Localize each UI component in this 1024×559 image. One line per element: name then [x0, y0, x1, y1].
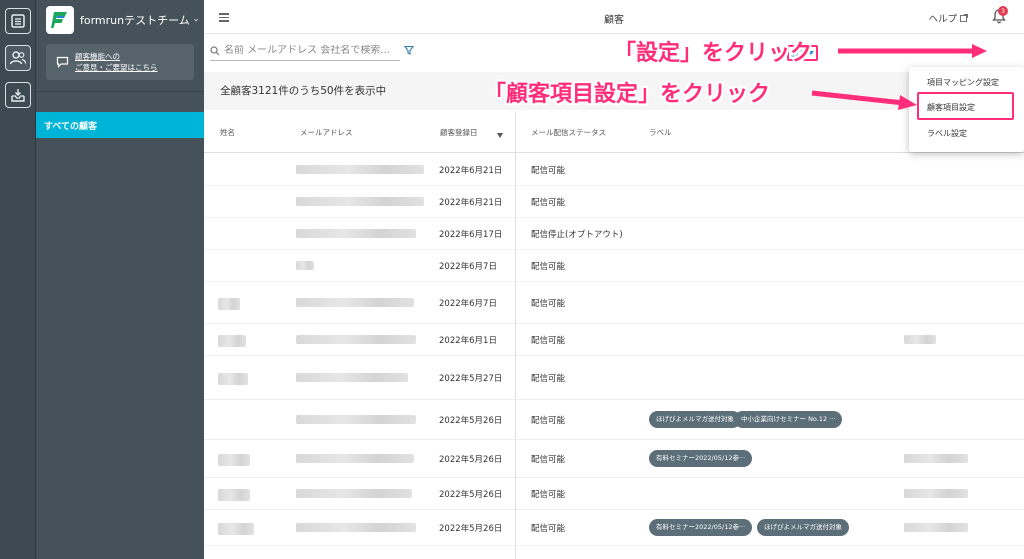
- team-switcher[interactable]: formrunテストチーム: [46, 6, 198, 34]
- notification-badge: 3: [998, 6, 1008, 16]
- annotation-settings-click: 「設定」をクリック: [614, 41, 813, 66]
- email-cell-redacted: [296, 165, 424, 174]
- icon-rail: [0, 0, 36, 559]
- search-icon: [210, 45, 220, 55]
- name-cell-redacted: [218, 298, 240, 310]
- feedback-text: 顧客機能への ご意見・ご要望はこちら: [75, 51, 158, 73]
- table-row[interactable]: 2022年5月26日 配信可能 有料セミナー2022/05/12参··· ほげぴよメル…: [204, 510, 1024, 546]
- label-tag[interactable]: ほげぴよメルマガ送付対象: [649, 411, 741, 428]
- annotation-customer-fields-click: 「顧客項目設定」をクリック: [484, 82, 771, 107]
- table-row[interactable]: 2022年5月26日 配信可能 有料セミナー2022/05/12参···: [204, 440, 1024, 478]
- help-link[interactable]: ヘルプ: [928, 11, 968, 25]
- col-email[interactable]: メールアドレス: [300, 127, 353, 138]
- search-input[interactable]: [224, 45, 394, 56]
- arrow-to-settings-icon: [838, 44, 987, 58]
- registered-date: 2022年6月7日: [439, 262, 497, 272]
- table-row[interactable]: 2022年6月7日 配信可能: [204, 250, 1024, 282]
- customers-icon[interactable]: [5, 45, 31, 71]
- registered-date: 2022年5月27日: [439, 374, 503, 384]
- registered-date: 2022年6月1日: [439, 336, 497, 346]
- extra-column-redacted: [904, 489, 968, 498]
- email-cell-redacted: [296, 335, 416, 344]
- mail-status: 配信可能: [531, 524, 566, 534]
- external-link-icon: [960, 14, 968, 22]
- name-cell-redacted: [218, 373, 248, 385]
- registered-date: 2022年5月26日: [439, 490, 503, 500]
- table-row[interactable]: 2022年6月21日 配信可能: [204, 154, 1024, 186]
- arrow-to-customer-fields-icon: [811, 90, 917, 110]
- label-tag[interactable]: 有料セミナー2022/05/12参···: [649, 450, 753, 467]
- menu-item-field-mapping[interactable]: 項目マッピング設定: [927, 77, 999, 88]
- mail-status: 配信可能: [531, 374, 566, 384]
- col-label[interactable]: ラベル: [649, 127, 672, 138]
- email-cell-redacted: [296, 489, 412, 498]
- email-cell-redacted: [296, 197, 424, 206]
- registered-date: 2022年6月21日: [439, 198, 503, 208]
- chat-bubble-icon: [56, 56, 69, 68]
- extra-column-redacted: [904, 454, 968, 463]
- team-name: formrunテストチーム: [80, 14, 190, 27]
- email-cell-redacted: [296, 523, 416, 532]
- name-cell-redacted: [218, 523, 254, 535]
- mail-status: 配信可能: [531, 455, 566, 465]
- col-name[interactable]: 姓名: [220, 127, 235, 138]
- inbox-icon[interactable]: [5, 82, 31, 108]
- registered-date: 2022年6月17日: [439, 230, 503, 240]
- registered-date: 2022年5月26日: [439, 455, 503, 465]
- col-mail-status[interactable]: メール配信ステータス: [531, 127, 606, 138]
- table-row[interactable]: 2022年6月1日 配信可能: [204, 324, 1024, 356]
- page-title: 顧客: [604, 15, 624, 26]
- mail-status: 配信可能: [531, 299, 566, 309]
- help-label: ヘルプ: [928, 14, 957, 25]
- label-tag[interactable]: ほげぴよメルマガ送付対象: [757, 519, 849, 536]
- feedback-link[interactable]: 顧客機能への ご意見・ご要望はこちら: [46, 44, 194, 80]
- email-cell-redacted: [296, 454, 414, 463]
- email-cell-redacted: [296, 261, 314, 270]
- label-tag[interactable]: 中小企業向けセミナー No.12 ···: [734, 411, 843, 428]
- mail-status: 配信可能: [531, 262, 566, 272]
- email-cell-redacted: [296, 229, 416, 238]
- registered-date: 2022年6月21日: [439, 166, 503, 176]
- table-row[interactable]: 2022年5月27日 配信可能: [204, 356, 1024, 400]
- highlight-customer-fields: [917, 92, 1014, 120]
- name-cell-redacted: [218, 489, 250, 501]
- email-cell-redacted: [296, 415, 416, 424]
- feedback-line1: 顧客機能への: [75, 52, 120, 61]
- col-registered[interactable]: 顧客登録日: [440, 127, 478, 138]
- feedback-line2: ご意見・ご要望はこちら: [75, 63, 158, 72]
- top-bar: 顧客 ヘルプ 3: [204, 0, 1024, 34]
- nav-all-customers[interactable]: すべての顧客: [36, 112, 204, 138]
- filter-icon[interactable]: [404, 45, 414, 55]
- sort-desc-icon[interactable]: [497, 133, 503, 138]
- table-row[interactable]: 2022年5月26日 配信可能 ほげぴよメルマガ送付対象 中小企業向けセミナー No.…: [204, 400, 1024, 440]
- registered-date: 2022年5月26日: [439, 524, 503, 534]
- table-row[interactable]: 2022年6月17日 配信停止(オプトアウト): [204, 218, 1024, 250]
- registered-date: 2022年6月7日: [439, 299, 497, 309]
- registered-date: 2022年5月26日: [439, 416, 503, 426]
- name-cell-redacted: [218, 454, 250, 466]
- extra-column-redacted: [904, 335, 936, 344]
- table-row[interactable]: 2022年6月7日 配信可能: [204, 282, 1024, 324]
- mail-status: 配信可能: [531, 416, 566, 426]
- chevron-down-icon: [194, 18, 198, 22]
- table-row[interactable]: 2022年6月21日 配信可能: [204, 186, 1024, 218]
- mail-status: 配信可能: [531, 490, 566, 500]
- forms-icon[interactable]: [5, 8, 31, 34]
- search-field: [210, 41, 400, 61]
- email-cell-redacted: [296, 298, 414, 307]
- extra-column-redacted: [904, 523, 968, 532]
- panel-divider: [36, 91, 204, 92]
- name-cell-redacted: [218, 335, 246, 347]
- menu-item-label-settings[interactable]: ラベル設定: [927, 128, 967, 139]
- mail-status: 配信可能: [531, 198, 566, 208]
- customer-panel: formrunテストチーム 顧客機能への ご意見・ご要望はこちら すべての顧客: [36, 0, 204, 559]
- label-tag[interactable]: 有料セミナー2022/05/12参···: [649, 519, 753, 536]
- table-header: 姓名 メールアドレス 顧客登録日 メール配信ステータス ラベル: [204, 111, 1024, 153]
- mail-status: 配信可能: [531, 166, 566, 176]
- mail-status: 配信停止(オプトアウト): [531, 230, 623, 240]
- formrun-logo-icon: [46, 6, 74, 34]
- table-row[interactable]: 2022年5月26日 配信可能: [204, 478, 1024, 510]
- email-cell-redacted: [296, 373, 408, 382]
- mail-status: 配信可能: [531, 336, 566, 346]
